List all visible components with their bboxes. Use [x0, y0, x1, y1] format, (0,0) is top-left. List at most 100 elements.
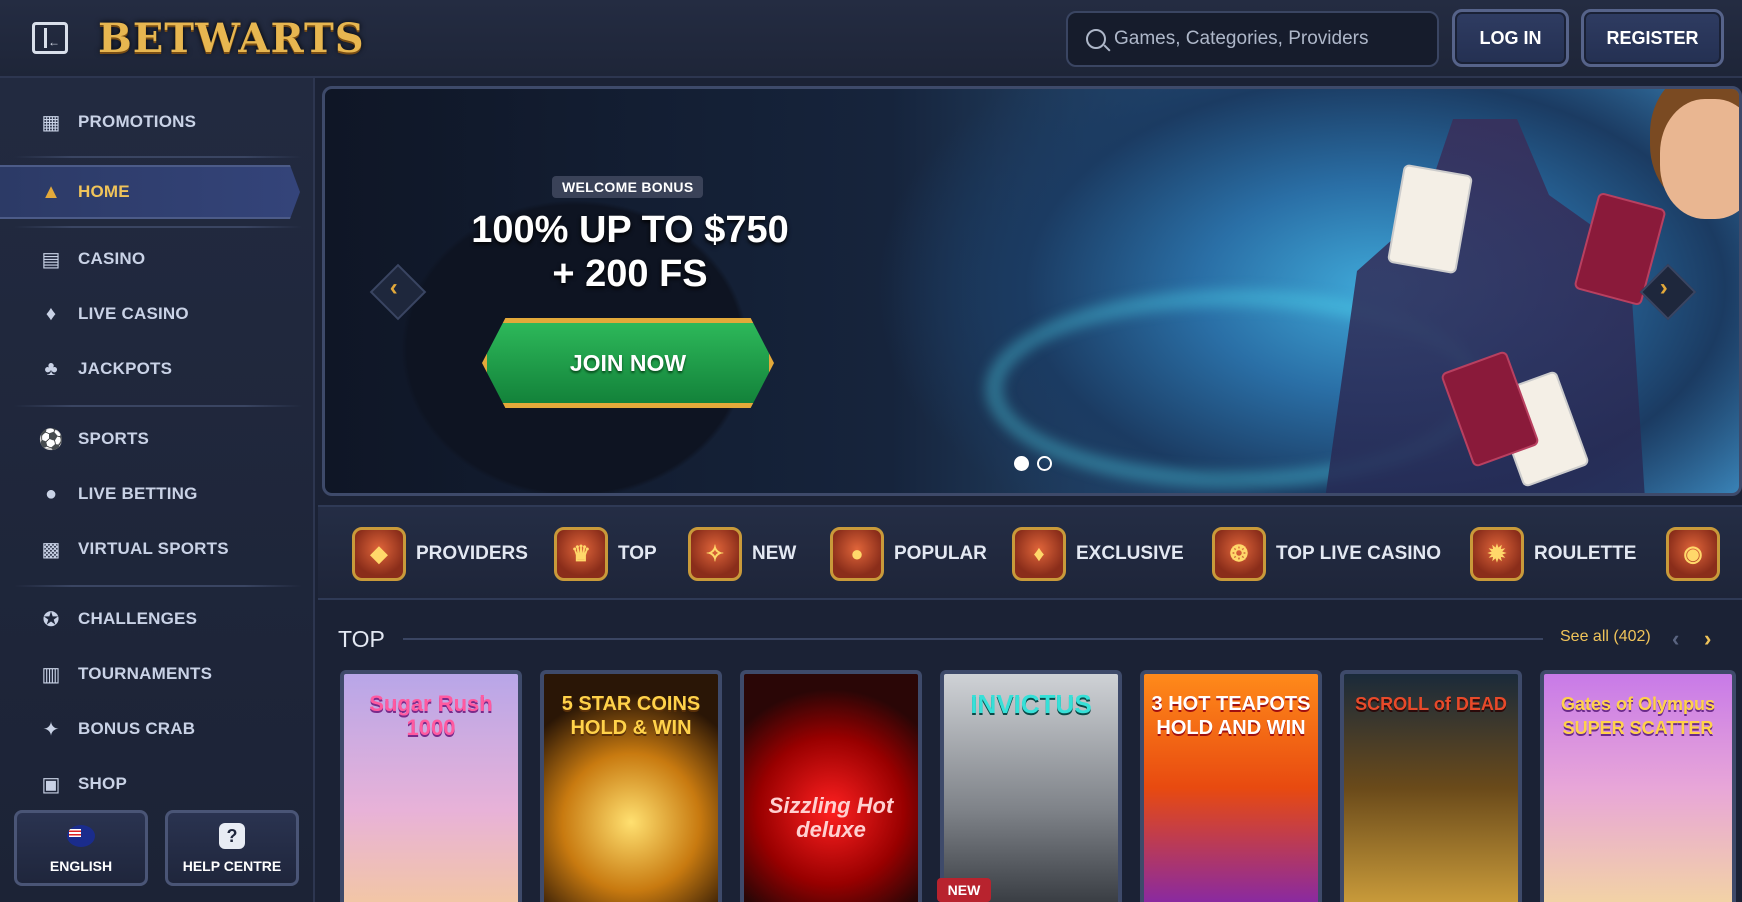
category-label: NEW — [752, 543, 797, 564]
game-card[interactable]: SCROLL of DEAD — [1340, 670, 1522, 902]
search-input[interactable] — [1114, 13, 1424, 65]
gem-icon: ♦ — [1012, 527, 1066, 581]
category-top-live-casino[interactable]: ❂ TOP LIVE CASINO — [1212, 525, 1441, 583]
microphone-icon: ◉ — [1666, 527, 1720, 581]
clover-icon: ♣ — [44, 357, 58, 380]
hero-title-line: 100% UP TO $750 — [471, 209, 789, 251]
game-card[interactable]: 3 HOT TEAPOTS HOLD AND WIN — [1140, 670, 1322, 902]
sidebar-item-bonus-crab[interactable]: ✦ BONUS CRAB — [0, 704, 300, 754]
sidebar-item-tournaments[interactable]: ▥ TOURNAMENTS — [0, 649, 300, 699]
category-providers[interactable]: ◆ PROVIDERS — [352, 525, 528, 583]
wizard-face-illustration — [1660, 99, 1739, 219]
section-title: TOP — [338, 626, 385, 652]
category-more[interactable]: ◉ — [1666, 525, 1730, 583]
sidebar: ▦ PROMOTIONS ▲ HOME ▤ CASINO ♦ LIVE CASI… — [0, 78, 315, 902]
sidebar-item-promotions[interactable]: ▦ PROMOTIONS — [0, 97, 300, 147]
top-header: ← BETWARTS LOG IN REGISTER — [0, 0, 1742, 78]
popular-icon: ● — [830, 527, 884, 581]
chevron-right-icon[interactable]: › — [1704, 626, 1711, 652]
category-label: PROVIDERS — [416, 543, 528, 564]
game-card[interactable]: Sugar Rush 1000 — [340, 670, 522, 902]
sidebar-item-shop[interactable]: ▣ SHOP — [0, 759, 300, 809]
help-label: HELP CENTRE — [182, 858, 282, 874]
lightning-icon: ✧ — [688, 527, 742, 581]
category-label: POPULAR — [894, 543, 987, 564]
chevron-right-icon: › — [1659, 273, 1668, 301]
sidebar-item-label: CASINO — [78, 249, 146, 268]
sidebar-item-challenges[interactable]: ✪ CHALLENGES — [0, 594, 300, 644]
register-button[interactable]: REGISTER — [1581, 9, 1724, 67]
sidebar-item-virtual-sports[interactable]: ▩ VIRTUAL SPORTS — [0, 524, 300, 574]
sidebar-item-label: PROMOTIONS — [78, 112, 197, 131]
claw-icon: ✦ — [42, 718, 60, 741]
category-label: TOP — [618, 543, 657, 564]
category-roulette[interactable]: ✹ ROULETTE — [1470, 525, 1636, 583]
providers-icon: ◆ — [352, 527, 406, 581]
australia-flag-icon — [67, 825, 95, 847]
divider — [14, 585, 302, 587]
sidebar-item-label: LIVE BETTING — [78, 484, 198, 503]
category-top[interactable]: ♛ TOP — [554, 525, 657, 583]
question-mark-icon: ? — [219, 823, 245, 849]
sidebar-item-label: TOURNAMENTS — [78, 664, 213, 683]
site-logo[interactable]: BETWARTS — [98, 12, 364, 66]
sidebar-item-sports[interactable]: ⚽ SPORTS — [0, 414, 300, 464]
soccer-ball-icon: ⚽ — [38, 428, 64, 451]
sidebar-item-casino[interactable]: ▤ CASINO — [0, 234, 300, 284]
join-now-button[interactable]: JOIN NOW — [482, 318, 774, 408]
sidebar-item-label: HOME — [78, 182, 130, 201]
badge-icon: ✪ — [42, 608, 60, 631]
chevron-left-icon: ‹ — [389, 273, 398, 301]
search-icon — [1086, 29, 1106, 49]
category-exclusive[interactable]: ♦ EXCLUSIVE — [1012, 525, 1184, 583]
search-box[interactable] — [1066, 11, 1439, 67]
category-label: TOP LIVE CASINO — [1276, 543, 1442, 564]
sidebar-item-live-betting[interactable]: ● LIVE BETTING — [0, 469, 300, 519]
sidebar-item-label: SPORTS — [78, 429, 150, 448]
language-label: ENGLISH — [49, 858, 113, 874]
hero-title-line: + 200 FS — [552, 253, 708, 295]
wizard-hat-icon: ▲ — [41, 180, 61, 203]
category-bar: ◆ PROVIDERS ♛ TOP ✧ NEW ● POPULAR ♦ EXCL… — [318, 505, 1742, 600]
gamepad-icon: ▩ — [41, 538, 61, 561]
help-centre-button[interactable]: ? HELP CENTRE — [165, 810, 299, 886]
divider — [14, 405, 302, 407]
game-title: Gates of Olympus SUPER SCATTER — [1560, 694, 1716, 738]
see-all-link[interactable]: See all (402) — [1560, 628, 1651, 646]
category-popular[interactable]: ● POPULAR — [830, 525, 987, 583]
carousel-dot[interactable] — [1014, 456, 1029, 471]
live-betting-icon: ● — [44, 482, 58, 505]
sidebar-item-live-casino[interactable]: ♦ LIVE CASINO — [0, 289, 300, 339]
game-card[interactable]: INVICTUS — [940, 670, 1122, 902]
game-title: Sugar Rush 1000 — [369, 691, 493, 740]
carousel-dot[interactable] — [1037, 456, 1052, 471]
section-divider — [403, 638, 1543, 640]
chevron-left-icon[interactable]: ‹ — [1672, 626, 1679, 652]
promotions-icon: ▦ — [41, 111, 61, 134]
crown-icon: ♛ — [554, 527, 608, 581]
category-label: EXCLUSIVE — [1076, 543, 1184, 564]
sidebar-item-jackpots[interactable]: ♣ JACKPOTS — [0, 344, 300, 394]
sidebar-item-home[interactable]: ▲ HOME — [0, 165, 300, 219]
login-button[interactable]: LOG IN — [1452, 9, 1569, 67]
game-card[interactable]: 5 STAR COINS HOLD & WIN — [540, 670, 722, 902]
sidebar-toggle-icon[interactable]: ← — [32, 22, 68, 54]
game-card[interactable]: Gates of Olympus SUPER SCATTER — [1540, 670, 1736, 902]
sidebar-item-label: VIRTUAL SPORTS — [78, 539, 229, 558]
sidebar-item-label: SHOP — [78, 774, 127, 793]
sidebar-item-label: CHALLENGES — [78, 609, 198, 628]
podium-icon: ▥ — [41, 663, 61, 686]
game-card[interactable]: Sizzling Hot deluxe — [740, 670, 922, 902]
shopping-bag-icon: ▣ — [41, 773, 61, 796]
category-new[interactable]: ✧ NEW — [688, 525, 796, 583]
game-title: INVICTUS — [970, 689, 1092, 719]
game-title: 3 HOT TEAPOTS HOLD AND WIN — [1151, 693, 1311, 739]
game-title: Sizzling Hot deluxe — [768, 793, 894, 842]
sidebar-item-label: JACKPOTS — [78, 359, 173, 378]
chip-icon: ❂ — [1212, 527, 1266, 581]
sidebar-item-label: BONUS CRAB — [78, 719, 196, 738]
new-badge: NEW — [937, 878, 991, 902]
divider — [14, 226, 302, 228]
language-button[interactable]: ENGLISH — [14, 810, 148, 886]
category-label: ROULETTE — [1534, 543, 1637, 564]
